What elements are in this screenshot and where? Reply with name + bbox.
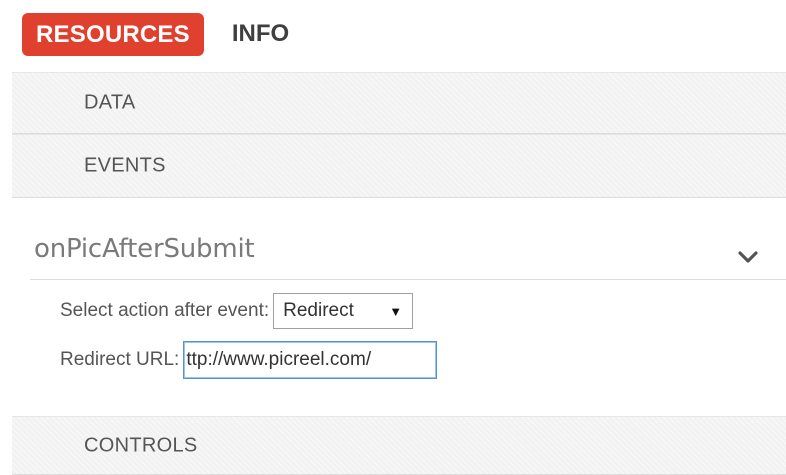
event-name[interactable]: onPicAfterSubmit	[34, 234, 255, 264]
event-divider	[30, 279, 786, 280]
chevron-down-icon[interactable]	[736, 248, 760, 266]
section-data[interactable]: DATA	[12, 72, 786, 134]
action-select-value: Redirect	[283, 300, 354, 321]
triangle-down-icon: ▼	[389, 303, 403, 319]
action-row: Select action after event: Redirect ▼	[60, 291, 414, 331]
section-controls[interactable]: CONTROLS	[12, 416, 786, 475]
section-controls-label: CONTROLS	[84, 434, 198, 456]
url-row: Redirect URL:	[60, 340, 438, 380]
section-data-label: DATA	[84, 91, 136, 114]
action-select[interactable]: Redirect ▼	[273, 293, 414, 329]
action-label: Select action after event:	[60, 300, 270, 321]
redirect-url-input[interactable]	[183, 341, 438, 379]
top-tabs: RESOURCES INFO	[22, 12, 289, 56]
section-events-label: EVENTS	[84, 154, 166, 177]
url-label: Redirect URL:	[60, 349, 180, 370]
section-events[interactable]: EVENTS	[12, 134, 786, 198]
tab-resources[interactable]: RESOURCES	[22, 12, 204, 56]
resources-panel: RESOURCES INFO DATA EVENTS onPicAfterSub…	[0, 0, 786, 475]
tab-info[interactable]: INFO	[232, 20, 289, 48]
